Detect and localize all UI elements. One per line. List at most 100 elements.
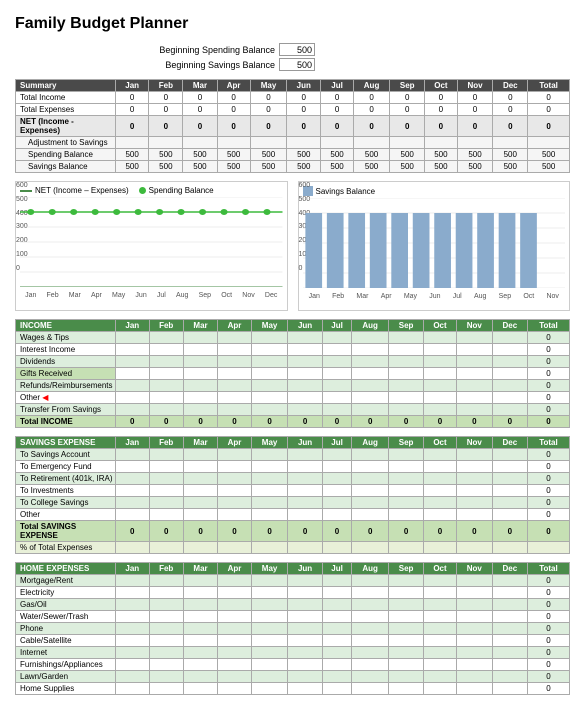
row-label: Cable/Satellite (16, 635, 116, 647)
right-chart-title: Savings Balance (303, 186, 566, 196)
spending-legend-label: Spending Balance (149, 186, 214, 195)
table-row: NET (Income - Expenses) 0000000000000 (16, 116, 570, 137)
total-savings-label: Total SAVINGS EXPENSE (16, 521, 116, 542)
table-row: Gifts Received 0 (16, 368, 570, 380)
summary-col-oct: Oct (425, 80, 458, 92)
left-chart-title: NET (Income – Expenses) Spending Balance (20, 186, 283, 195)
summary-col-aug: Aug (353, 80, 389, 92)
row-label: Wages & Tips (16, 332, 116, 344)
table-row: To Savings Account 0 (16, 449, 570, 461)
savings-col-label: SAVINGS EXPENSE (16, 437, 116, 449)
home-table: HOME EXPENSES JanFebMarAprMayJunJulAugSe… (15, 562, 570, 695)
summary-col-mar: Mar (183, 80, 217, 92)
income-col-label: INCOME (16, 320, 116, 332)
row-label: Savings Balance (16, 161, 116, 173)
summary-col-nov: Nov (457, 80, 493, 92)
table-row: Other ◀ 0 (16, 392, 570, 404)
balance-section: Beginning Spending Balance Beginning Sav… (135, 43, 570, 71)
home-header-row: HOME EXPENSES JanFebMarAprMayJunJulAugSe… (16, 563, 570, 575)
left-chart-svg (20, 197, 283, 287)
summary-table: Summary Jan Feb Mar Apr May Jun Jul Aug … (15, 79, 570, 173)
table-row: Savings Balance 500500500500500500500500… (16, 161, 570, 173)
right-chart-area: 600 500 400 300 200 100 0 (303, 198, 566, 300)
row-label: Home Supplies (16, 683, 116, 695)
table-row: Home Supplies 0 (16, 683, 570, 695)
total-income-row: Total INCOME 0000000000000 (16, 416, 570, 428)
savings-legend-label: Savings Balance (316, 187, 376, 196)
row-label: Gas/Oil (16, 599, 116, 611)
row-label: NET (Income - Expenses) (16, 116, 116, 137)
pct-row: % of Total Expenses (16, 542, 570, 554)
table-row: Internet 0 (16, 647, 570, 659)
row-label: Internet (16, 647, 116, 659)
right-chart-svg (303, 198, 566, 288)
left-x-axis: JanFebMarAprMayJunJulAugSepOctNovDec (20, 292, 283, 299)
row-label: To College Savings (16, 497, 116, 509)
savings-header-row: SAVINGS EXPENSE JanFebMarAprMayJunJulAug… (16, 437, 570, 449)
row-label: Furnishings/Appliances (16, 659, 116, 671)
table-row: To Retirement (401k, IRA) 0 (16, 473, 570, 485)
table-row: Mortgage/Rent 0 (16, 575, 570, 587)
row-label: Refunds/Reimbursements (16, 380, 116, 392)
summary-col-sep: Sep (390, 80, 425, 92)
right-x-axis: JanFebMarAprMayJunJulAugSepOctNov (303, 293, 566, 300)
summary-col-jul: Jul (321, 80, 354, 92)
home-col-label: HOME EXPENSES (16, 563, 116, 575)
row-label: Total Income (16, 92, 116, 104)
table-row: To Emergency Fund 0 (16, 461, 570, 473)
row-label: Gifts Received (16, 368, 116, 380)
spending-balance-label: Beginning Spending Balance (135, 45, 275, 55)
table-row: Lawn/Garden 0 (16, 671, 570, 683)
right-chart-svg-area: JanFebMarAprMayJunJulAugSepOctNov (303, 198, 566, 300)
row-label: Interest Income (16, 344, 116, 356)
left-chart: NET (Income – Expenses) Spending Balance… (15, 181, 288, 311)
table-row: Cable/Satellite 0 (16, 635, 570, 647)
left-chart-svg-area: JanFebMarAprMayJunJulAugSepOctNovDec (20, 197, 283, 299)
table-row: Refunds/Reimbursements 0 (16, 380, 570, 392)
row-label: Transfer From Savings (16, 404, 116, 416)
row-label: Total Expenses (16, 104, 116, 116)
table-row: Phone 0 (16, 623, 570, 635)
row-label: Mortgage/Rent (16, 575, 116, 587)
charts-section: NET (Income – Expenses) Spending Balance… (15, 181, 570, 311)
total-savings-row: Total SAVINGS EXPENSE 0000000000000 (16, 521, 570, 542)
table-row: Furnishings/Appliances 0 (16, 659, 570, 671)
spending-balance-input[interactable] (279, 43, 315, 56)
table-row: Interest Income 0 (16, 344, 570, 356)
summary-col-jan: Jan (116, 80, 149, 92)
total-income-label: Total INCOME (16, 416, 116, 428)
table-row: Other 0 (16, 509, 570, 521)
table-row: Total Income 0000000000000 (16, 92, 570, 104)
summary-col-label: Summary (16, 80, 116, 92)
table-row: Water/Sewer/Trash 0 (16, 611, 570, 623)
income-header-row: INCOME JanFebMarAprMayJunJulAugSepOctNov… (16, 320, 570, 332)
savings-balance-label: Beginning Savings Balance (135, 60, 275, 70)
summary-col-may: May (250, 80, 286, 92)
row-label: Dividends (16, 356, 116, 368)
summary-col-total: Total (528, 80, 570, 92)
row-label: To Investments (16, 485, 116, 497)
row-label: Spending Balance (16, 149, 116, 161)
table-row: To College Savings 0 (16, 497, 570, 509)
summary-col-jun: Jun (287, 80, 321, 92)
row-label: To Savings Account (16, 449, 116, 461)
table-row: Gas/Oil 0 (16, 599, 570, 611)
summary-col-dec: Dec (493, 80, 528, 92)
row-label: Water/Sewer/Trash (16, 611, 116, 623)
spending-legend-dot (139, 187, 146, 194)
left-chart-area: 600 500 400 300 200 100 0 (20, 197, 283, 299)
table-row: Total Expenses 0000000000000 (16, 104, 570, 116)
pct-label: % of Total Expenses (16, 542, 116, 554)
savings-table: SAVINGS EXPENSE JanFebMarAprMayJunJulAug… (15, 436, 570, 554)
income-table: INCOME JanFebMarAprMayJunJulAugSepOctNov… (15, 319, 570, 428)
spending-balance-row: Beginning Spending Balance (135, 43, 570, 56)
row-label: Lawn/Garden (16, 671, 116, 683)
net-legend-label: NET (Income – Expenses) (35, 186, 129, 195)
table-row: Electricity 0 (16, 587, 570, 599)
table-row: Adjustment to Savings (16, 137, 570, 149)
row-label: Electricity (16, 587, 116, 599)
savings-balance-input[interactable] (279, 58, 315, 71)
table-row: Spending Balance 50050050050050050050050… (16, 149, 570, 161)
table-row: Wages & Tips 0 (16, 332, 570, 344)
row-label: Other (16, 509, 116, 521)
